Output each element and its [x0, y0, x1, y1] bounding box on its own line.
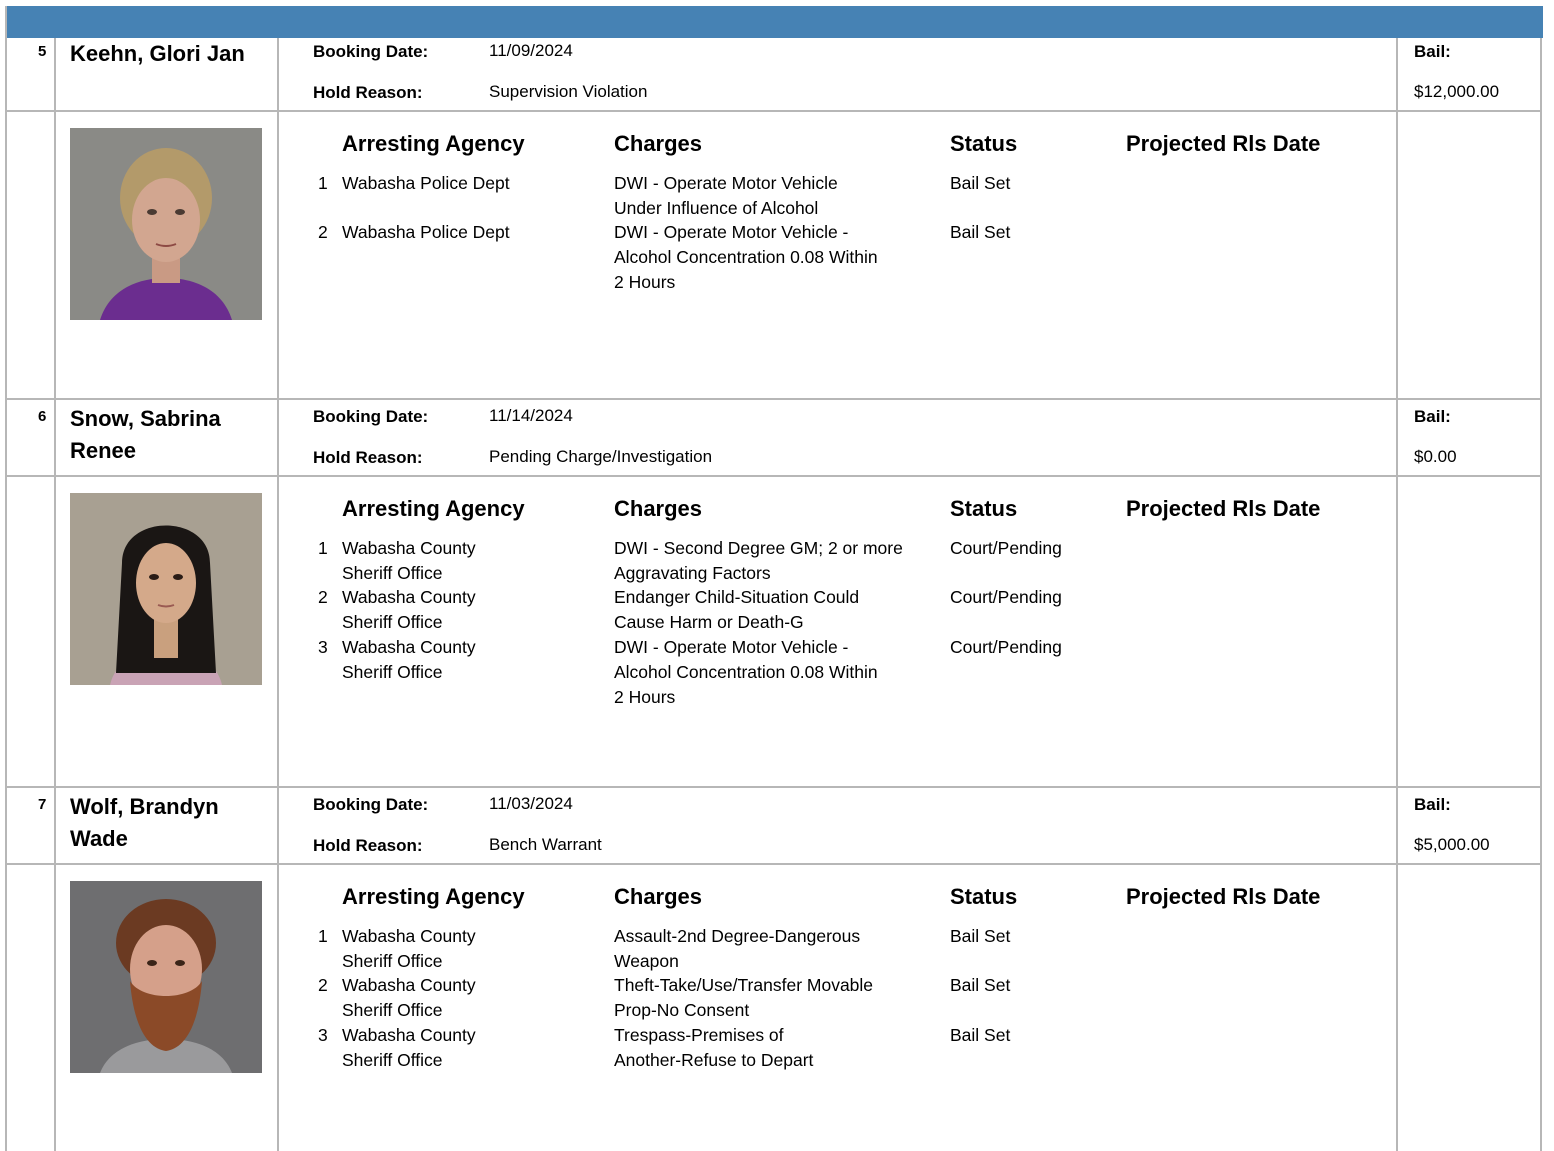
booking-date-value: 11/03/2024 [489, 794, 573, 813]
arresting-agency: Wabasha County Sheriff Office [342, 1025, 476, 1070]
column-header-status: Status [950, 884, 1018, 909]
charge-status: Bail Set [950, 1025, 1011, 1045]
charge-description: DWI - Operate Motor Vehicle - Alcohol Co… [614, 637, 878, 707]
mugshot-photo [70, 128, 262, 320]
mugshot-photo [70, 881, 262, 1073]
booking-date-value: 11/14/2024 [489, 406, 573, 425]
grid-line [277, 38, 279, 1151]
grid-line [54, 38, 56, 1151]
charge-number: 2 [318, 222, 328, 242]
record-number: 6 [38, 408, 47, 425]
charge-description: Endanger Child-Situation Could Cause Har… [614, 587, 860, 632]
grid-line [5, 863, 1542, 865]
column-header-agency: Arresting Agency [342, 884, 525, 909]
mugshot-photo [70, 493, 262, 685]
arresting-agency: Wabasha Police Dept [342, 173, 510, 193]
grid-line [5, 475, 1542, 477]
charge-description: DWI - Operate Motor Vehicle - Alcohol Co… [614, 222, 878, 292]
inmate-name[interactable]: Wolf, Brandyn Wade [70, 791, 260, 855]
grid-line [1540, 38, 1542, 1151]
arresting-agency: Wabasha County Sheriff Office [342, 637, 476, 682]
charge-description: Assault-2nd Degree-Dangerous Weapon [614, 926, 861, 971]
bail-label: Bail: [1414, 795, 1451, 814]
column-header-charges: Charges [614, 496, 703, 521]
booking-date-label: Booking Date: [313, 795, 429, 814]
inmate-name[interactable]: Snow, Sabrina Renee [70, 403, 260, 467]
grid-line [5, 110, 1542, 112]
charge-status: Court/Pending [950, 538, 1062, 558]
charge-number: 1 [318, 173, 328, 193]
hold-reason-label: Hold Reason: [313, 83, 423, 102]
charge-description: DWI - Operate Motor Vehicle Under Influe… [614, 173, 838, 218]
bail-value: $5,000.00 [1414, 835, 1490, 854]
bail-value: $0.00 [1414, 447, 1457, 466]
charge-status: Bail Set [950, 173, 1011, 193]
column-header-status: Status [950, 496, 1018, 521]
arresting-agency: Wabasha County Sheriff Office [342, 587, 476, 632]
charge-description: DWI - Second Degree GM; 2 or more Aggrav… [614, 538, 903, 583]
inmate-name[interactable]: Keehn, Glori Jan [70, 38, 260, 70]
charge-status: Court/Pending [950, 637, 1062, 657]
column-header-status: Status [950, 131, 1018, 156]
arresting-agency: Wabasha County Sheriff Office [342, 538, 476, 583]
charge-number: 2 [318, 975, 328, 995]
grid-line [1396, 38, 1398, 1151]
record-number: 7 [38, 796, 47, 813]
charge-number: 3 [318, 637, 328, 657]
charge-status: Bail Set [950, 222, 1011, 242]
hold-reason-label: Hold Reason: [313, 836, 423, 855]
charge-status: Bail Set [950, 975, 1011, 995]
arresting-agency: Wabasha County Sheriff Office [342, 975, 476, 1020]
column-header-release-date: Projected Rls Date [1126, 884, 1321, 909]
bail-label: Bail: [1414, 407, 1451, 426]
booking-date-label: Booking Date: [313, 407, 429, 426]
hold-reason-value: Bench Warrant [489, 835, 602, 854]
hold-reason-label: Hold Reason: [313, 448, 423, 467]
column-header-agency: Arresting Agency [342, 496, 525, 521]
charge-number: 1 [318, 538, 328, 558]
booking-date-value: 11/09/2024 [489, 41, 573, 60]
column-header-charges: Charges [614, 884, 703, 909]
charge-number: 1 [318, 926, 328, 946]
charge-status: Bail Set [950, 926, 1011, 946]
charge-number: 3 [318, 1025, 328, 1045]
grid-line [5, 6, 7, 1151]
charge-number: 2 [318, 587, 328, 607]
arresting-agency: Wabasha County Sheriff Office [342, 926, 476, 971]
column-header-release-date: Projected Rls Date [1126, 496, 1321, 521]
booking-date-label: Booking Date: [313, 42, 429, 61]
grid-line [5, 398, 1542, 400]
arresting-agency: Wabasha Police Dept [342, 222, 510, 242]
column-header-agency: Arresting Agency [342, 131, 525, 156]
grid-line [5, 786, 1542, 788]
table-header-bar [6, 6, 1543, 38]
hold-reason-value: Supervision Violation [489, 82, 648, 101]
column-header-release-date: Projected Rls Date [1126, 131, 1321, 156]
record-number: 5 [38, 43, 47, 60]
charge-description: Theft-Take/Use/Transfer Movable Prop-No … [614, 975, 874, 1020]
charge-status: Court/Pending [950, 587, 1062, 607]
bail-value: $12,000.00 [1414, 82, 1500, 101]
charge-description: Trespass-Premises of Another-Refuse to D… [614, 1025, 814, 1070]
bail-label: Bail: [1414, 42, 1451, 61]
hold-reason-value: Pending Charge/Investigation [489, 447, 713, 466]
column-header-charges: Charges [614, 131, 703, 156]
